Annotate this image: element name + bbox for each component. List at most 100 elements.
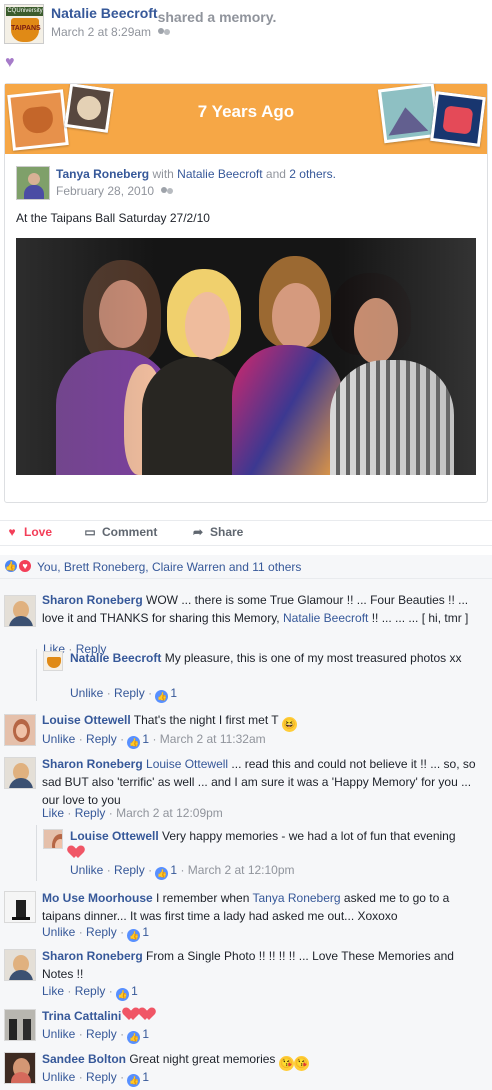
comment-actions: Unlike · Reply · 👍 1 · March 2 at 11:32am: [42, 732, 266, 749]
commenter-name[interactable]: Louise Ottewell: [42, 713, 131, 727]
like-count[interactable]: 1: [170, 686, 177, 700]
original-post-date[interactable]: February 28, 2010: [56, 184, 154, 198]
tagged-person-link[interactable]: Natalie Beecroft: [177, 167, 262, 181]
friends-icon[interactable]: [161, 186, 174, 197]
reply-link[interactable]: Reply: [86, 1070, 117, 1084]
mention-link[interactable]: Tanya Roneberg: [253, 891, 341, 905]
reaction-summary-text[interactable]: You, Brett Roneberg, Claire Warren and 1…: [37, 560, 301, 574]
comment-actions: Unlike · Reply · 👍 1: [42, 1070, 150, 1087]
commenter-avatar[interactable]: [4, 891, 36, 923]
original-author-avatar[interactable]: [16, 166, 50, 200]
post-author-link[interactable]: Natalie Beecroft: [51, 5, 158, 21]
reply-link[interactable]: Reply: [75, 984, 106, 998]
unlike-link[interactable]: Unlike: [70, 863, 103, 877]
reply-author[interactable]: Louise Ottewell: [70, 829, 159, 843]
original-post-caption: At the Taipans Ball Saturday 27/2/10: [16, 211, 210, 225]
like-count[interactable]: 1: [170, 863, 177, 877]
reply-link[interactable]: Reply: [86, 732, 117, 746]
like-count[interactable]: 1: [142, 732, 149, 746]
commenter-name[interactable]: Sharon Roneberg: [42, 757, 143, 771]
and-text: and: [265, 167, 286, 181]
commenter-name[interactable]: Trina Cattalini: [42, 1009, 121, 1023]
commenter-name[interactable]: Mo Use Moorhouse: [42, 891, 153, 905]
taipans-logo-text: TAIPANS: [11, 25, 41, 32]
original-author-link[interactable]: Tanya Roneberg: [56, 167, 149, 181]
kissing-face-icon: 😘: [293, 1056, 309, 1071]
reply-actions: Unlike · Reply · 👍 1 · March 2 at 12:10pm: [70, 863, 295, 880]
reply-actions: Unlike · Reply · 👍 1: [70, 686, 178, 703]
commenter-name[interactable]: Sharon Roneberg: [42, 949, 143, 963]
reply-link[interactable]: Reply: [75, 806, 106, 820]
mention-link[interactable]: Louise Ottewell: [146, 757, 228, 771]
commenter-name[interactable]: Sharon Roneberg: [42, 593, 143, 607]
heart-icon: ♥: [8, 525, 16, 539]
memory-banner: 7 Years Ago: [5, 84, 487, 154]
unlike-link[interactable]: Unlike: [42, 1027, 75, 1041]
like-count[interactable]: 1: [142, 1070, 149, 1084]
like-count-icon: 👍: [155, 690, 169, 703]
like-link[interactable]: Like: [42, 984, 64, 998]
comment-item: Sharon Roneberg From a Single Photo !! !…: [0, 947, 492, 1001]
reply-item: Louise Ottewell Very happy memories - we…: [43, 827, 492, 882]
comment-text: Louise Ottewell That's the night I first…: [42, 713, 297, 732]
post-timestamp[interactable]: March 2 at 8:29am: [51, 25, 151, 39]
comment-item: Trina Cattalini Unlike · Reply · 👍 1: [0, 1007, 492, 1045]
reply-avatar[interactable]: [43, 651, 63, 671]
comments-list: Sharon Roneberg WOW ... there is some Tr…: [0, 579, 492, 1090]
like-count-icon: 👍: [127, 736, 141, 749]
comment-button[interactable]: ▭ Comment: [82, 525, 157, 539]
share-button[interactable]: ➦ Share: [190, 525, 243, 539]
like-count-icon: 👍: [155, 867, 169, 880]
share-icon: ➦: [192, 525, 204, 539]
post-action-text: shared a memory.: [157, 9, 277, 25]
like-count[interactable]: 1: [131, 984, 138, 998]
grinning-squinting-face-icon: 😆: [281, 717, 297, 732]
reaction-summary[interactable]: 👍 ♥ You, Brett Roneberg, Claire Warren a…: [0, 555, 492, 579]
reply-link[interactable]: Reply: [114, 863, 145, 877]
comment-timestamp[interactable]: March 2 at 12:09pm: [116, 806, 223, 820]
comment-text: Mo Use Moorhouse I remember when Tanya R…: [42, 891, 450, 923]
commenter-avatar[interactable]: [4, 949, 36, 981]
comment-text: Sharon Roneberg From a Single Photo !! !…: [42, 949, 454, 981]
reply-link[interactable]: Reply: [86, 1027, 117, 1041]
unlike-link[interactable]: Unlike: [70, 686, 103, 700]
like-count[interactable]: 1: [142, 925, 149, 939]
commenter-name[interactable]: Sandee Bolton: [42, 1052, 126, 1066]
reply-avatar[interactable]: [43, 829, 63, 849]
comment-icon: ▭: [84, 525, 96, 539]
commenter-avatar[interactable]: [4, 714, 36, 746]
unlike-link[interactable]: Unlike: [42, 1070, 75, 1084]
reply-author[interactable]: Natalie Beecroft: [70, 651, 161, 665]
taipans-ball-photo[interactable]: [16, 238, 476, 475]
mention-link[interactable]: Natalie Beecroft: [283, 611, 368, 625]
reply-link[interactable]: Reply: [114, 686, 145, 700]
author-avatar[interactable]: CQUniversity TAIPANS: [4, 4, 44, 44]
comment-actions: Unlike · Reply · 👍 1: [42, 1027, 150, 1044]
friends-icon[interactable]: [158, 27, 171, 38]
reply-thread-line: [36, 825, 37, 881]
reply-link[interactable]: Reply: [86, 925, 117, 939]
like-count[interactable]: 1: [142, 1027, 149, 1041]
unlike-link[interactable]: Unlike: [42, 732, 75, 746]
comment-text: Sharon Roneberg Louise Ottewell ... read…: [42, 757, 476, 807]
like-count-icon: 👍: [116, 988, 130, 1001]
original-post-title: Tanya Roneberg with Natalie Beecroft and…: [56, 167, 336, 181]
shared-memory-card[interactable]: 7 Years Ago Tanya Roneberg with Natalie …: [4, 83, 488, 503]
reply-thread-line: [36, 649, 37, 701]
photo-lighting: [16, 238, 476, 475]
commenter-avatar[interactable]: [4, 1009, 36, 1041]
tagged-others-link[interactable]: 2 others.: [289, 167, 336, 181]
comment-timestamp[interactable]: March 2 at 11:32am: [160, 732, 266, 746]
commenter-avatar[interactable]: [4, 757, 36, 789]
commenter-avatar[interactable]: [4, 595, 36, 627]
unlike-link[interactable]: Unlike: [42, 925, 75, 939]
sparkling-heart-icon: [141, 1008, 157, 1022]
share-label: Share: [210, 525, 244, 539]
love-button[interactable]: ♥ Love: [4, 525, 52, 539]
love-label: Love: [24, 525, 53, 539]
kissing-face-icon: 😘: [278, 1056, 294, 1071]
heart-emoji-icon: [70, 846, 86, 860]
like-link[interactable]: Like: [42, 806, 64, 820]
comment-timestamp[interactable]: March 2 at 12:10pm: [188, 863, 295, 877]
commenter-avatar[interactable]: [4, 1052, 36, 1084]
